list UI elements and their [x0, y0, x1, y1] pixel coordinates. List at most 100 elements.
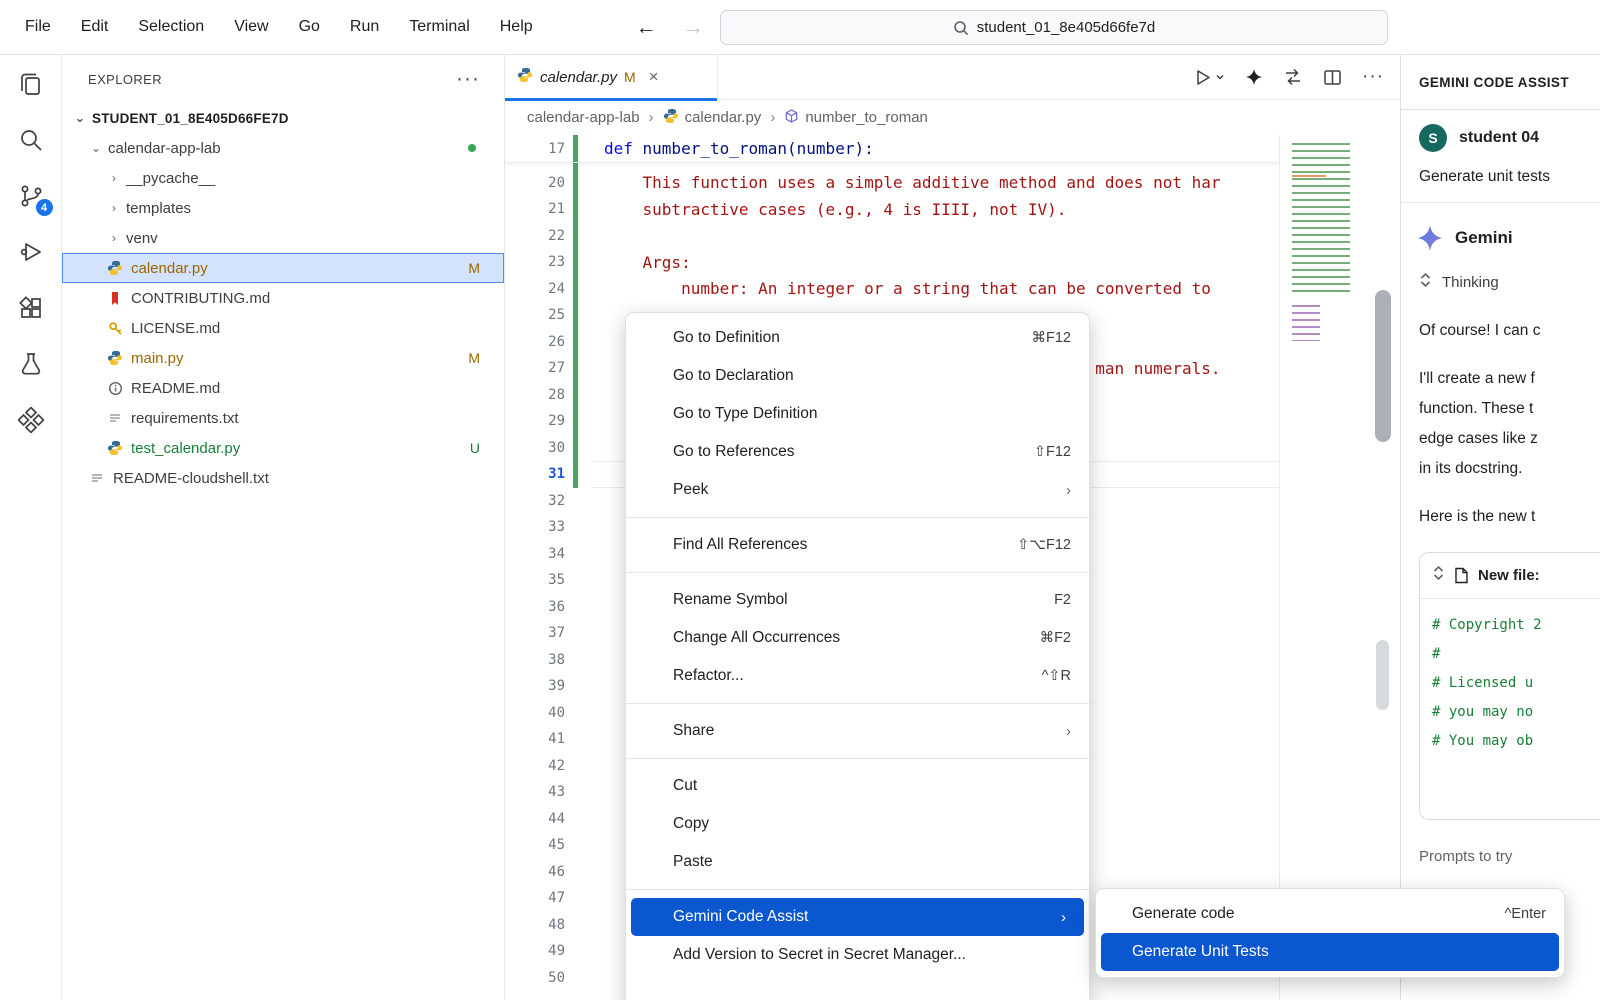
- tree-root[interactable]: ⌄STUDENT_01_8E405D66FE7D: [62, 103, 504, 133]
- menu-item-go-to-declaration[interactable]: Go to Declaration: [626, 357, 1089, 395]
- menu-item-paste[interactable]: Paste: [626, 843, 1089, 881]
- breadcrumb-item[interactable]: calendar-app-lab: [527, 109, 640, 126]
- tree-item-test-calendar-py[interactable]: test_calendar.pyU: [62, 433, 504, 463]
- explorer-sidebar: EXPLORER ··· ⌄STUDENT_01_8E405D66FE7D⌄ca…: [62, 55, 505, 1000]
- tree-item-calendar-app-lab[interactable]: ⌄calendar-app-lab: [62, 133, 504, 163]
- python-file-icon: [663, 108, 679, 128]
- menu-item-find-all-references[interactable]: Find All References⇧⌥F12: [626, 526, 1089, 564]
- command-search-input[interactable]: student_01_8e405d66fe7d: [720, 10, 1388, 45]
- tree-item-calendar-py[interactable]: calendar.pyM: [62, 253, 504, 283]
- menu-edit[interactable]: Edit: [66, 18, 124, 36]
- line-number: 33: [505, 519, 565, 535]
- gutter-change-bar: [573, 673, 578, 700]
- breadcrumb: calendar-app-lab›calendar.py›number_to_r…: [505, 100, 1400, 135]
- editor-scrollbar-thumb-secondary[interactable]: [1376, 640, 1389, 710]
- forward-arrow-button[interactable]: →: [683, 17, 704, 38]
- assistant-name: Gemini: [1455, 228, 1513, 248]
- tree-item-templates[interactable]: ›templates: [62, 193, 504, 223]
- code-line-20[interactable]: 20 This function uses a simple additive …: [505, 170, 1279, 197]
- menu-item-peek[interactable]: Peek›: [626, 471, 1089, 509]
- menu-item-refactor-[interactable]: Refactor...^⇧R: [626, 657, 1089, 695]
- menu-item-generate-code[interactable]: Generate code^Enter: [1096, 895, 1564, 933]
- menu-item-go-to-type-definition[interactable]: Go to Type Definition: [626, 395, 1089, 433]
- menu-item-rename-symbol[interactable]: Rename SymbolF2: [626, 581, 1089, 619]
- generated-code-card[interactable]: New file: # Copyright 2## Licensed u# yo…: [1419, 552, 1600, 820]
- menu-help[interactable]: Help: [485, 18, 548, 36]
- menu-item-change-all-occurrences[interactable]: Change All Occurrences⌘F2: [626, 619, 1089, 657]
- gutter-change-bar: [573, 355, 578, 382]
- line-number: 32: [505, 493, 565, 509]
- menu-file[interactable]: File: [10, 18, 66, 36]
- split-editor-button[interactable]: [1323, 68, 1342, 87]
- gutter-change-bar: [573, 488, 578, 515]
- menu-item-go-to-references[interactable]: Go to References⇧F12: [626, 433, 1089, 471]
- tab-calendar-py[interactable]: calendar.py M ×: [505, 55, 718, 100]
- gutter-change-bar: [573, 170, 578, 197]
- gemini-star-icon: [1417, 225, 1443, 251]
- explorer-more-actions-button[interactable]: ···: [456, 67, 480, 91]
- file-label: CONTRIBUTING.md: [131, 290, 270, 307]
- run-debug-icon[interactable]: [16, 237, 46, 267]
- testing-beaker-icon[interactable]: [16, 349, 46, 379]
- back-arrow-button[interactable]: ←: [636, 17, 657, 38]
- thinking-label: Thinking: [1442, 274, 1499, 291]
- tree-item-requirements-txt[interactable]: requirements.txt: [62, 403, 504, 433]
- breadcrumb-item[interactable]: calendar.py: [663, 108, 762, 128]
- search-sidebar-icon[interactable]: [16, 125, 46, 155]
- menu-view[interactable]: View: [219, 18, 283, 36]
- gutter-change-bar: [573, 541, 578, 568]
- tree-item-readme-md[interactable]: README.md: [62, 373, 504, 403]
- chevron-right-icon: ›: [106, 231, 122, 245]
- code-line-22[interactable]: 22: [505, 223, 1279, 250]
- sticky-scroll-line[interactable]: 17 def number_to_roman(number):: [505, 135, 1279, 163]
- extensions-icon[interactable]: [16, 293, 46, 323]
- code-card-body: # Copyright 2## Licensed u# you may no# …: [1420, 599, 1600, 756]
- chevron-right-icon: ›: [106, 201, 122, 215]
- menu-item-go-to-definition[interactable]: Go to Definition⌘F12: [626, 319, 1089, 357]
- tab-close-icon[interactable]: ×: [649, 67, 659, 87]
- tree-item--pycache-[interactable]: ›__pycache__: [62, 163, 504, 193]
- run-file-button[interactable]: [1193, 68, 1225, 87]
- menu-item-add-version-to-secret-in-secret-manager-[interactable]: Add Version to Secret in Secret Manager.…: [626, 936, 1089, 974]
- menu-run[interactable]: Run: [335, 18, 394, 36]
- source-control-icon[interactable]: 4: [16, 181, 46, 211]
- menu-item-generate-unit-tests[interactable]: Generate Unit Tests: [1101, 933, 1559, 971]
- tree-item-contributing-md[interactable]: CONTRIBUTING.md: [62, 283, 504, 313]
- tab-label: calendar.py: [540, 69, 617, 86]
- tree-item-readme-cloudshell-txt[interactable]: README-cloudshell.txt: [62, 463, 504, 493]
- thinking-toggle[interactable]: Thinking: [1419, 272, 1600, 292]
- menu-item-share[interactable]: Share›: [626, 712, 1089, 750]
- gutter-change-bar: [573, 461, 578, 488]
- menu-item-cut[interactable]: Cut: [626, 767, 1089, 805]
- user-name: student 04: [1459, 129, 1539, 147]
- menu-selection[interactable]: Selection: [123, 18, 219, 36]
- menu-item-gemini-code-assist[interactable]: Gemini Code Assist›: [631, 898, 1084, 936]
- explorer-icon[interactable]: [16, 69, 46, 99]
- gemini-sparkle-button[interactable]: [1245, 68, 1263, 86]
- line-number: 47: [505, 890, 565, 906]
- tab-modified-badge: M: [624, 69, 636, 85]
- tree-item-venv[interactable]: ›venv: [62, 223, 504, 253]
- menu-go[interactable]: Go: [284, 18, 335, 36]
- tree-item-license-md[interactable]: LICENSE.md: [62, 313, 504, 343]
- menu-item-copy[interactable]: Copy: [626, 805, 1089, 843]
- menu-terminal[interactable]: Terminal: [394, 18, 484, 36]
- generated-code-line: # Licensed u: [1432, 669, 1600, 698]
- line-number: 27: [505, 360, 565, 376]
- collapse-expand-icon[interactable]: [1432, 565, 1445, 586]
- minimap[interactable]: [1279, 135, 1360, 1000]
- editor-scrollbar-thumb[interactable]: [1375, 290, 1391, 442]
- gutter-change-bar: [573, 806, 578, 833]
- code-card-header: New file:: [1420, 553, 1600, 599]
- gutter-change-bar: [573, 408, 578, 435]
- code-line-24[interactable]: 24 number: An integer or a string that c…: [505, 276, 1279, 303]
- compare-changes-button[interactable]: [1283, 67, 1303, 87]
- more-actions-icon[interactable]: ···: [1362, 66, 1384, 88]
- breadcrumb-item[interactable]: number_to_roman: [784, 108, 928, 128]
- tree-item-main-py[interactable]: main.pyM: [62, 343, 504, 373]
- code-line-23[interactable]: 23 Args:: [505, 249, 1279, 276]
- line-number: 23: [505, 254, 565, 270]
- code-line-21[interactable]: 21 subtractive cases (e.g., 4 is IIII, n…: [505, 196, 1279, 223]
- search-value: student_01_8e405d66fe7d: [977, 19, 1156, 36]
- cloud-code-icon[interactable]: [16, 405, 46, 435]
